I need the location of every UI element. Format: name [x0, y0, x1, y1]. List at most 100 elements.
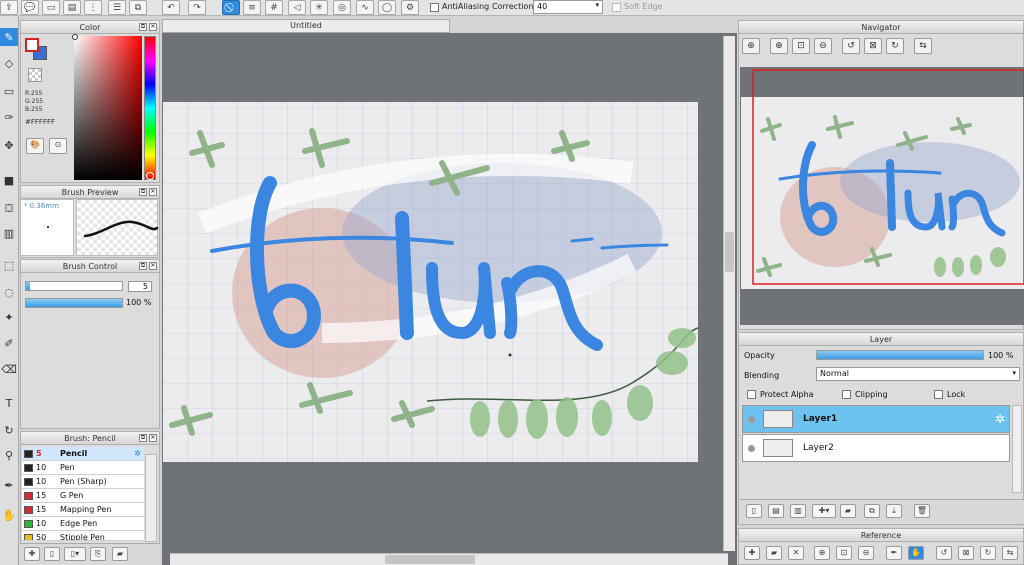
share-icon[interactable]: ⇪: [0, 0, 18, 15]
document-tab[interactable]: Untitled: [162, 19, 450, 33]
color-picker-icon[interactable]: ⊙: [49, 138, 67, 154]
brush-item-pencil[interactable]: 5 Pencil ✲: [22, 447, 144, 461]
snap-settings-icon[interactable]: ⚙: [401, 0, 419, 15]
divide-tool-icon[interactable]: ⚲: [0, 446, 18, 464]
palette-icon[interactable]: 🎨: [26, 138, 44, 154]
actual-size-icon[interactable]: ⊡: [792, 38, 810, 54]
copy-brush-icon[interactable]: ⎘: [90, 547, 106, 561]
brush-list-scrollbar[interactable]: [145, 454, 157, 542]
eyedropper-icon[interactable]: ✒: [886, 546, 902, 560]
brush-opacity-slider[interactable]: [25, 298, 123, 308]
lock-checkbox[interactable]: [934, 390, 943, 399]
new-folder-icon[interactable]: ▰: [840, 504, 856, 518]
canvas-area[interactable]: bun: [162, 33, 737, 565]
main-color-swatch-front[interactable]: [25, 38, 39, 52]
undock-icon[interactable]: ⧉: [139, 23, 147, 31]
protect-alpha-checkbox[interactable]: [747, 390, 756, 399]
duplicate-layer-icon[interactable]: ⧉: [864, 504, 880, 518]
brush-item-pen[interactable]: 10 Pen: [22, 461, 144, 475]
layer-opacity-slider[interactable]: [816, 350, 984, 360]
soft-edge-checkbox[interactable]: [612, 3, 621, 12]
flip-icon[interactable]: ⇆: [1002, 546, 1018, 560]
undo-icon[interactable]: ↶: [162, 0, 180, 15]
curve-snap-icon[interactable]: ∿: [356, 0, 374, 15]
select-rect-icon[interactable]: ▭: [0, 82, 18, 100]
list-icon[interactable]: ☰: [108, 0, 126, 15]
layer-list-scrollbar[interactable]: [1012, 405, 1022, 493]
open-file-icon[interactable]: ▰: [766, 546, 782, 560]
reset-view-icon[interactable]: ⊠: [958, 546, 974, 560]
text-tool-icon[interactable]: T: [0, 394, 18, 412]
brush-item-pen-sharp[interactable]: 10 Pen (Sharp): [22, 475, 144, 489]
add-layer-menu-icon[interactable]: ✚▾: [812, 504, 836, 518]
layer-row-layer2[interactable]: Layer2: [742, 434, 1010, 462]
eraser-tool-icon[interactable]: ◇: [0, 54, 18, 72]
folder-icon[interactable]: ▰: [112, 547, 128, 561]
layer-visibility-icon[interactable]: [748, 445, 755, 452]
brush-tool-icon[interactable]: ✎: [0, 28, 18, 46]
circle-snap-icon[interactable]: ◎: [333, 0, 351, 15]
merge-down-icon[interactable]: ⤓: [886, 504, 902, 518]
close-icon[interactable]: ✕: [149, 188, 157, 196]
flip-icon[interactable]: ⇆: [914, 38, 932, 54]
fill-tool-icon[interactable]: ⛋: [0, 200, 18, 218]
undock-icon[interactable]: ⧉: [139, 188, 147, 196]
antialiasing-checkbox[interactable]: [430, 3, 439, 12]
redo-icon[interactable]: ↷: [188, 0, 206, 15]
brush-item-g-pen[interactable]: 15 G Pen: [22, 489, 144, 503]
artwork-canvas[interactable]: bun: [162, 33, 737, 565]
canvas-horizontal-scrollbar[interactable]: [170, 553, 728, 565]
sv-cursor[interactable]: [72, 34, 78, 40]
close-reference-icon[interactable]: ✕: [788, 546, 804, 560]
delete-layer-icon[interactable]: 🗑: [914, 504, 930, 518]
ellipse-select-icon[interactable]: ◌: [0, 283, 18, 301]
parallel-snap-icon[interactable]: ≡: [243, 0, 261, 15]
correction-select[interactable]: 40 ▾: [533, 0, 603, 14]
hue-slider[interactable]: [144, 36, 156, 180]
navigator-viewport[interactable]: [740, 67, 1024, 325]
grid-menu-icon[interactable]: ⋮: [84, 0, 102, 15]
select-pen-icon[interactable]: ✐: [0, 334, 18, 352]
reset-view-icon[interactable]: ⊠: [864, 38, 882, 54]
saturation-value-picker[interactable]: [74, 36, 142, 180]
magic-wand-icon[interactable]: ✦: [0, 308, 18, 326]
gear-icon[interactable]: ✲: [995, 412, 1005, 426]
eyedropper-icon[interactable]: ✒: [0, 476, 18, 494]
cross-snap-icon[interactable]: #: [265, 0, 283, 15]
rotate-left-icon[interactable]: ↺: [936, 546, 952, 560]
close-icon[interactable]: ✕: [149, 434, 157, 442]
undock-icon[interactable]: ⧉: [139, 434, 147, 442]
add-reference-icon[interactable]: ✚: [744, 546, 760, 560]
canvas-vertical-scrollbar[interactable]: [723, 36, 735, 551]
clipping-checkbox[interactable]: [842, 390, 851, 399]
new-halftone-layer-icon[interactable]: ▤: [768, 504, 784, 518]
move-tool-icon[interactable]: ✥: [0, 136, 18, 154]
select-eraser-icon[interactable]: ⌫: [0, 360, 18, 378]
zoom-in-icon[interactable]: ⊕: [814, 546, 830, 560]
brush-item-edge-pen[interactable]: 10 Edge Pen: [22, 517, 144, 531]
snap-off-icon[interactable]: ⃠: [222, 0, 240, 15]
hand-tool-icon[interactable]: ✋: [0, 506, 18, 524]
layer-visibility-icon[interactable]: [748, 416, 755, 423]
pen-tool-icon[interactable]: ✑: [0, 108, 18, 126]
zoom-out-icon[interactable]: ⊖: [858, 546, 874, 560]
transparent-color-swatch[interactable]: [28, 68, 42, 82]
hand-icon[interactable]: ✋: [908, 546, 924, 560]
undock-icon[interactable]: ⧉: [139, 262, 147, 270]
fit-icon[interactable]: ⊡: [836, 546, 852, 560]
close-icon[interactable]: ✕: [149, 23, 157, 31]
radial-snap-icon[interactable]: ✳: [310, 0, 328, 15]
shape-tool-icon[interactable]: ■: [0, 171, 18, 189]
rotate-right-icon[interactable]: ↻: [980, 546, 996, 560]
blending-select[interactable]: Normal ▾: [816, 367, 1020, 381]
lasso-select-icon[interactable]: ⬚: [0, 256, 18, 274]
vscroll-thumb[interactable]: [725, 232, 734, 272]
brush-add-icon[interactable]: ✚: [24, 547, 40, 561]
brush-item-stipple-pen[interactable]: 50 Stipple Pen: [22, 531, 144, 541]
gear-icon[interactable]: ✲: [134, 447, 141, 460]
brush-type-icon[interactable]: ▯▾: [64, 547, 86, 561]
layers-icon[interactable]: ⧉: [129, 0, 147, 15]
new-brush-icon[interactable]: ▯: [44, 547, 60, 561]
window-icon[interactable]: ▭: [42, 0, 60, 15]
rotate-right-icon[interactable]: ↻: [886, 38, 904, 54]
